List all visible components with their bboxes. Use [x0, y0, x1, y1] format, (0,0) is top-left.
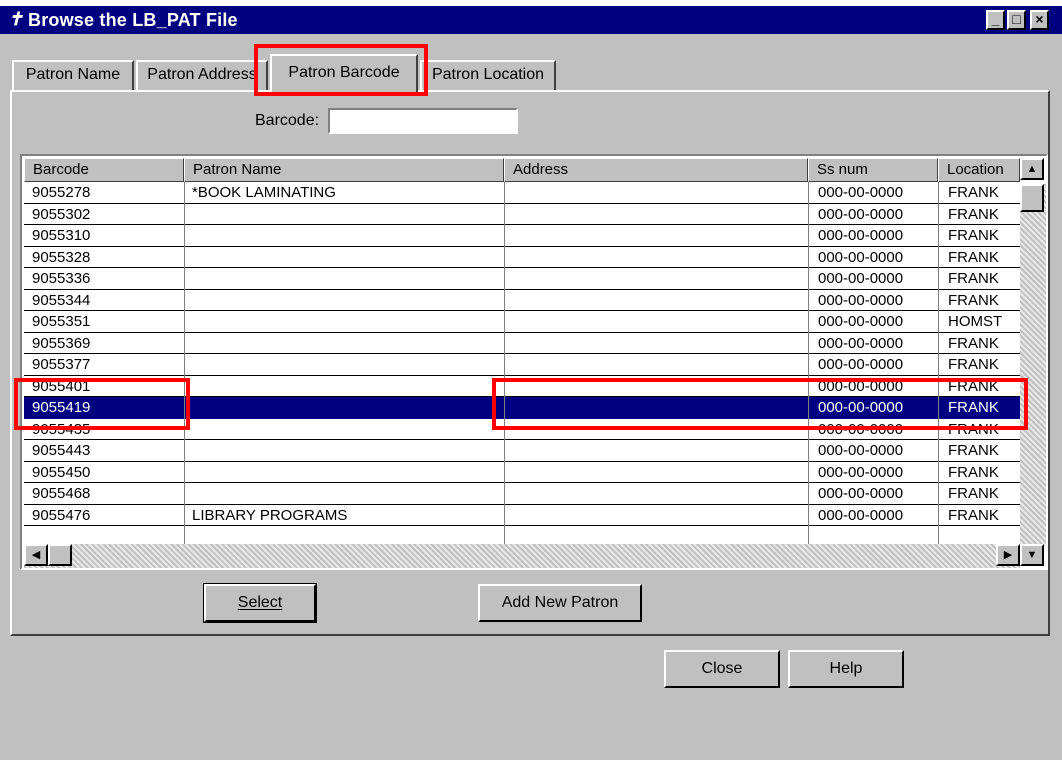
tab-patron-name[interactable]: Patron Name: [12, 60, 134, 90]
scroll-down-arrow-icon[interactable]: ▼: [1020, 544, 1044, 566]
cell-location: FRANK: [948, 205, 999, 223]
app-icon: ✝: [8, 9, 24, 29]
table-row[interactable]: 9055344 000-00-0000 FRANK: [24, 290, 1020, 311]
minimize-button[interactable]: _: [986, 10, 1005, 30]
cell-barcode: 9055336: [32, 270, 91, 287]
column-divider: [184, 182, 185, 544]
cell-location: FRANK: [948, 442, 999, 459]
cell-ss-num: 000-00-0000: [818, 463, 904, 481]
cell-location: FRANK: [948, 227, 999, 244]
cell-patron-name: *BOOK LAMINATING: [192, 184, 336, 201]
cell-ss-num: 000-00-0000: [818, 334, 904, 352]
add-new-patron-button[interactable]: Add New Patron: [478, 584, 642, 622]
cell-patron-name: LIBRARY PROGRAMS: [192, 506, 348, 524]
cell-location: FRANK: [948, 184, 999, 201]
column-header-address[interactable]: Address: [504, 158, 808, 182]
cell-ss-num: 000-00-0000: [818, 248, 904, 266]
cell-location: FRANK: [948, 248, 999, 266]
cell-barcode: 9055476: [32, 506, 91, 524]
cell-ss-num: 000-00-0000: [818, 506, 904, 524]
table-row[interactable]: 9055302 000-00-0000 FRANK: [24, 204, 1020, 225]
cell-barcode: 9055443: [32, 442, 91, 459]
vertical-scroll-thumb[interactable]: [1020, 184, 1044, 212]
column-header-ss-num[interactable]: Ss num: [808, 158, 938, 182]
cell-barcode: 9055369: [32, 334, 91, 352]
table-row[interactable]: 9055443 000-00-0000 FRANK: [24, 440, 1020, 462]
table-row[interactable]: 9055377 000-00-0000 FRANK: [24, 354, 1020, 376]
row-divider: [24, 525, 1020, 526]
window-title: Browse the LB_PAT File: [28, 10, 238, 30]
highlight-row-box-left: [14, 378, 190, 430]
cell-location: FRANK: [948, 291, 999, 309]
tab-patron-location[interactable]: Patron Location: [420, 60, 556, 90]
barcode-input[interactable]: [328, 108, 518, 134]
horizontal-scrollbar[interactable]: ◀ ▶: [24, 544, 1020, 568]
cell-barcode: 9055377: [32, 356, 91, 373]
cell-ss-num: 000-00-0000: [818, 205, 904, 223]
cell-location: FRANK: [948, 506, 999, 524]
cell-ss-num: 000-00-0000: [818, 270, 904, 287]
cell-ss-num: 000-00-0000: [818, 356, 904, 373]
help-button[interactable]: Help: [788, 650, 904, 688]
cell-location: FRANK: [948, 334, 999, 352]
close-button[interactable]: Close: [664, 650, 780, 688]
cell-barcode: 9055351: [32, 313, 91, 330]
patron-grid: Barcode Patron Name Address Ss num Locat…: [20, 154, 1048, 570]
grid-body: 9055278 *BOOK LAMINATING 000-00-0000 FRANK 9…: [22, 182, 1020, 544]
table-row[interactable]: 9055450 000-00-0000 FRANK: [24, 462, 1020, 483]
cell-barcode: 9055302: [32, 205, 91, 223]
cell-ss-num: 000-00-0000: [818, 485, 904, 502]
tab-patron-address[interactable]: Patron Address: [136, 60, 268, 90]
column-header-patron-name[interactable]: Patron Name: [184, 158, 504, 182]
cell-ss-num: 000-00-0000: [818, 184, 904, 201]
table-row[interactable]: 9055278 *BOOK LAMINATING 000-00-0000 FRANK: [24, 182, 1020, 204]
column-divider: [938, 182, 939, 544]
select-button[interactable]: Select: [203, 583, 317, 623]
cell-barcode: 9055344: [32, 291, 91, 309]
cell-barcode: 9055310: [32, 227, 91, 244]
cell-barcode: 9055278: [32, 184, 91, 201]
column-header-barcode[interactable]: Barcode: [24, 158, 184, 182]
cell-ss-num: 000-00-0000: [818, 442, 904, 459]
cell-location: FRANK: [948, 270, 999, 287]
cell-location: FRANK: [948, 485, 999, 502]
table-row[interactable]: 9055468 000-00-0000 FRANK: [24, 483, 1020, 505]
horizontal-scroll-thumb[interactable]: [48, 544, 72, 566]
table-row[interactable]: 9055369 000-00-0000 FRANK: [24, 333, 1020, 354]
maximize-button[interactable]: □: [1007, 10, 1026, 30]
column-divider: [808, 182, 809, 544]
table-row[interactable]: 9055351 000-00-0000 HOMST: [24, 311, 1020, 333]
vertical-scrollbar[interactable]: ▲: [1020, 158, 1046, 546]
title-bar: ✝ Browse the LB_PAT File _ □ ×: [0, 0, 1062, 34]
table-row[interactable]: 9055476 LIBRARY PROGRAMS 000-00-0000 FRANK: [24, 505, 1020, 526]
close-window-button[interactable]: ×: [1030, 10, 1049, 30]
scroll-right-arrow-icon[interactable]: ▶: [996, 544, 1020, 566]
cell-barcode: 9055450: [32, 463, 91, 481]
cell-location: FRANK: [948, 463, 999, 481]
barcode-label: Barcode:: [255, 112, 320, 129]
scroll-up-arrow-icon[interactable]: ▲: [1020, 158, 1044, 180]
table-row[interactable]: 9055336 000-00-0000 FRANK: [24, 268, 1020, 290]
cell-location: HOMST: [948, 313, 1003, 330]
cell-barcode: 9055328: [32, 248, 91, 266]
table-row[interactable]: 9055328 000-00-0000 FRANK: [24, 247, 1020, 268]
scroll-left-arrow-icon[interactable]: ◀: [24, 544, 48, 566]
cell-location: FRANK: [948, 356, 999, 373]
column-divider: [504, 182, 505, 544]
column-header-location[interactable]: Location: [938, 158, 1020, 182]
highlight-row-box-right: [492, 378, 1028, 430]
select-button-label: Select: [237, 594, 283, 611]
table-row[interactable]: 9055310 000-00-0000 FRANK: [24, 225, 1020, 247]
cell-ss-num: 000-00-0000: [818, 291, 904, 309]
cell-ss-num: 000-00-0000: [818, 313, 904, 330]
cell-barcode: 9055468: [32, 485, 91, 502]
cell-ss-num: 000-00-0000: [818, 227, 904, 244]
highlight-tab-box: [254, 44, 428, 96]
